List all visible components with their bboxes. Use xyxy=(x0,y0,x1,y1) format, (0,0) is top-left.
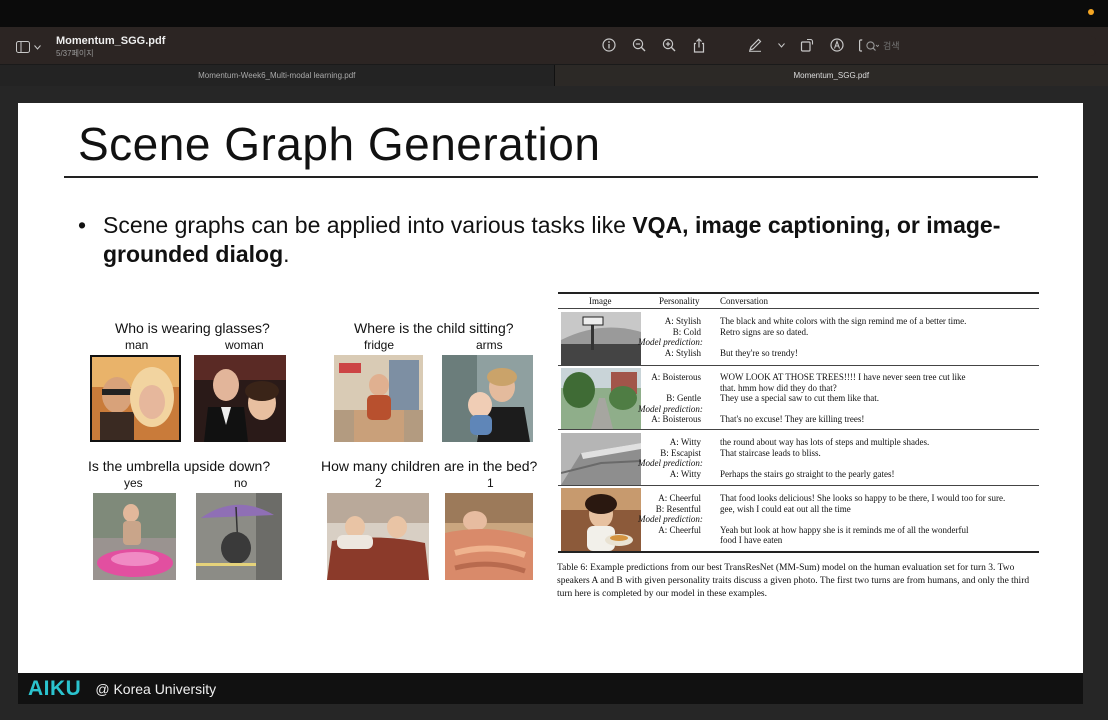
vqa-answer: arms xyxy=(476,338,503,352)
menu-bar-strip xyxy=(0,0,1108,27)
footer-org: @ Korea University xyxy=(95,680,217,697)
slide-footer: AIKU @ Korea University xyxy=(18,673,1083,704)
page-indicator: 5/37페이지 xyxy=(56,49,94,58)
table-personality: A: Boisterous B: Gentle Model prediction… xyxy=(638,372,703,424)
vqa-photo-child-fridge xyxy=(334,355,423,442)
slide-page: Scene Graph Generation • Scene graphs ca… xyxy=(18,103,1083,673)
table-rule xyxy=(558,485,1039,486)
table-rule xyxy=(558,365,1039,366)
share-icon[interactable] xyxy=(690,36,708,54)
vqa-photo-child-arms xyxy=(442,355,533,442)
vqa-photo-couple-formal xyxy=(194,355,286,442)
vqa-photo-children-bed-two xyxy=(327,493,429,580)
document-title: Momentum_SGG.pdf xyxy=(56,35,166,47)
table-row-image xyxy=(561,312,641,365)
slide-title: Scene Graph Generation xyxy=(78,118,601,170)
info-icon[interactable] xyxy=(600,36,618,54)
vqa-question: How many children are in the bed? xyxy=(321,458,538,474)
table-conversation: WOW LOOK AT THOSE TREES!!!! I have never… xyxy=(720,372,966,424)
title-bar: Momentum_SGG.pdf 5/37페이지 xyxy=(0,27,1108,65)
table-header-personality: Personality xyxy=(659,296,700,306)
bullet-text-lead: Scene graphs can be applied into various… xyxy=(103,212,633,238)
bullet-text-tail: . xyxy=(283,241,290,267)
vqa-photo-couple xyxy=(90,355,181,442)
tab-multimodal-learning[interactable]: Momentum-Week6_Multi-modal learning.pdf xyxy=(0,65,555,86)
tab-bar: Momentum-Week6_Multi-modal learning.pdf … xyxy=(0,65,1108,86)
zoom-out-icon[interactable] xyxy=(630,36,648,54)
table-rule xyxy=(558,292,1039,294)
title-divider xyxy=(64,176,1038,178)
search-icon xyxy=(866,40,879,51)
table-personality: A: Stylish B: Cold Model prediction: A: … xyxy=(638,316,703,358)
table-conversation: The black and white colors with the sign… xyxy=(720,316,967,358)
recording-indicator-icon xyxy=(1088,9,1094,15)
table-personality: A: Witty B: Escapist Model prediction: A… xyxy=(638,437,703,479)
vqa-question: Where is the child sitting? xyxy=(354,320,514,336)
vqa-answer: man xyxy=(125,338,149,352)
table-conversation: That food looks delicious! She looks so … xyxy=(720,493,1006,545)
vqa-question: Who is wearing glasses? xyxy=(115,320,270,336)
vqa-answer: 2 xyxy=(375,476,382,490)
chevron-down-icon[interactable] xyxy=(776,36,786,54)
sidebar-toggle-button[interactable] xyxy=(16,39,46,55)
chevron-down-icon xyxy=(34,44,41,50)
search-input[interactable] xyxy=(883,41,1083,51)
aiku-logo: AIKU xyxy=(28,676,82,700)
table-row-image xyxy=(561,368,641,429)
table-rule xyxy=(558,551,1039,553)
zoom-in-icon[interactable] xyxy=(660,36,678,54)
toolbar xyxy=(600,36,876,54)
vqa-answer: yes xyxy=(124,476,143,490)
table-header-image: Image xyxy=(589,296,612,306)
table-row-image xyxy=(561,433,641,485)
vqa-answer: no xyxy=(234,476,248,490)
vqa-photo-umbrella-purple xyxy=(196,493,282,580)
search-field[interactable] xyxy=(862,36,1096,56)
table-header-conversation: Conversation xyxy=(720,296,768,306)
vqa-answer: 1 xyxy=(487,476,494,490)
rotate-icon[interactable] xyxy=(798,36,816,54)
table-conversation: the round about way has lots of steps an… xyxy=(720,437,930,479)
bullet-icon: • xyxy=(78,212,87,238)
pen-icon[interactable] xyxy=(746,36,764,54)
bullet-point: • Scene graphs can be applied into vario… xyxy=(78,211,1030,269)
markup-icon[interactable] xyxy=(828,36,846,54)
sidebar-icon xyxy=(16,41,30,53)
table-rule xyxy=(558,429,1039,430)
tab-momentum-sgg[interactable]: Momentum_SGG.pdf xyxy=(554,65,1108,86)
document-viewport[interactable]: Scene Graph Generation • Scene graphs ca… xyxy=(0,86,1108,720)
vqa-question: Is the umbrella upside down? xyxy=(88,458,271,474)
vqa-photo-children-bed-one xyxy=(445,493,533,580)
vqa-answer: fridge xyxy=(364,338,395,352)
vqa-answer: woman xyxy=(225,338,264,352)
table-caption: Table 6: Example predictions from our be… xyxy=(557,563,1030,599)
table-personality: A: Cheerful B: Resentful Model predictio… xyxy=(638,493,703,535)
table-row-image xyxy=(561,488,641,551)
table-rule xyxy=(558,308,1039,309)
vqa-photo-umbrella-pink xyxy=(93,493,176,580)
